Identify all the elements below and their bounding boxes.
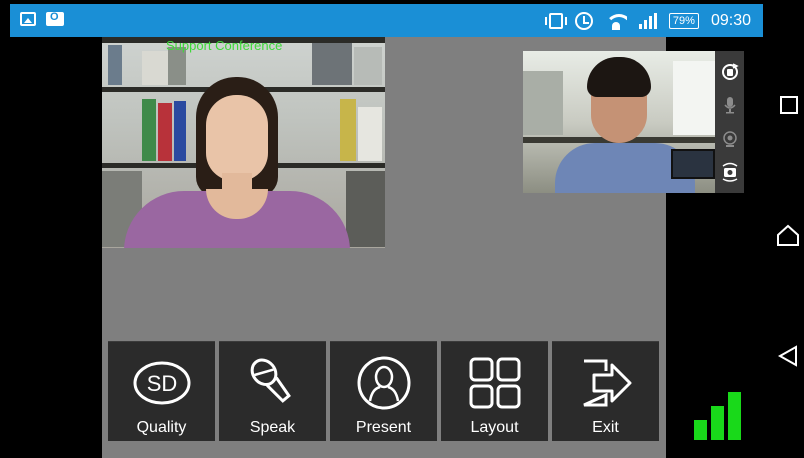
quality-label: Quality bbox=[136, 419, 187, 436]
rotate-camera-icon[interactable] bbox=[720, 61, 740, 83]
wifi-icon bbox=[604, 12, 627, 30]
speak-label: Speak bbox=[249, 419, 296, 436]
present-label: Present bbox=[355, 419, 412, 436]
battery-icon: 79% bbox=[668, 12, 699, 29]
status-bar: 79% 09:30 bbox=[10, 4, 763, 37]
alarm-icon bbox=[574, 11, 593, 30]
exit-arrow-icon bbox=[552, 350, 659, 416]
exit-button[interactable]: Exit bbox=[552, 341, 659, 441]
battery-level: 79% bbox=[672, 14, 695, 27]
gallery-icon bbox=[20, 12, 36, 26]
camera-icon[interactable] bbox=[720, 128, 740, 150]
camera-controls bbox=[715, 51, 744, 193]
connection-bar bbox=[711, 406, 724, 440]
back-button[interactable] bbox=[776, 344, 798, 367]
presenter-icon bbox=[330, 350, 437, 416]
connection-bar bbox=[728, 392, 741, 440]
home-button[interactable] bbox=[776, 224, 799, 246]
remote-video[interactable]: Support Conference bbox=[102, 37, 385, 248]
exit-label: Exit bbox=[592, 419, 619, 436]
recents-button[interactable] bbox=[780, 96, 798, 114]
cell-signal-icon bbox=[638, 12, 657, 29]
present-button[interactable]: Present bbox=[330, 341, 437, 441]
clock: 09:30 bbox=[710, 11, 751, 29]
layout-button[interactable]: Layout bbox=[441, 341, 548, 441]
connection-strength-icon bbox=[694, 392, 741, 440]
vibrate-icon bbox=[544, 12, 567, 29]
speak-button[interactable]: Speak bbox=[219, 341, 326, 441]
call-toolbar: SD Quality Speak Present Layout Exit bbox=[108, 341, 659, 441]
microphone-icon[interactable] bbox=[720, 94, 740, 116]
navigation-bar bbox=[768, 40, 804, 458]
layout-label: Layout bbox=[470, 419, 519, 436]
outlook-icon bbox=[46, 11, 64, 26]
layout-grid-icon bbox=[441, 350, 548, 416]
sd-quality-icon: SD bbox=[108, 350, 215, 416]
connection-bar bbox=[694, 420, 707, 440]
self-preview-video[interactable] bbox=[523, 51, 715, 193]
local-participant bbox=[555, 51, 695, 193]
microphone-icon bbox=[219, 350, 326, 416]
switch-camera-icon[interactable] bbox=[720, 161, 740, 183]
conference-title: Support Conference bbox=[166, 38, 283, 53]
quality-button[interactable]: SD Quality bbox=[108, 341, 215, 441]
svg-text:SD: SD bbox=[146, 371, 177, 396]
remote-participant bbox=[124, 77, 350, 248]
